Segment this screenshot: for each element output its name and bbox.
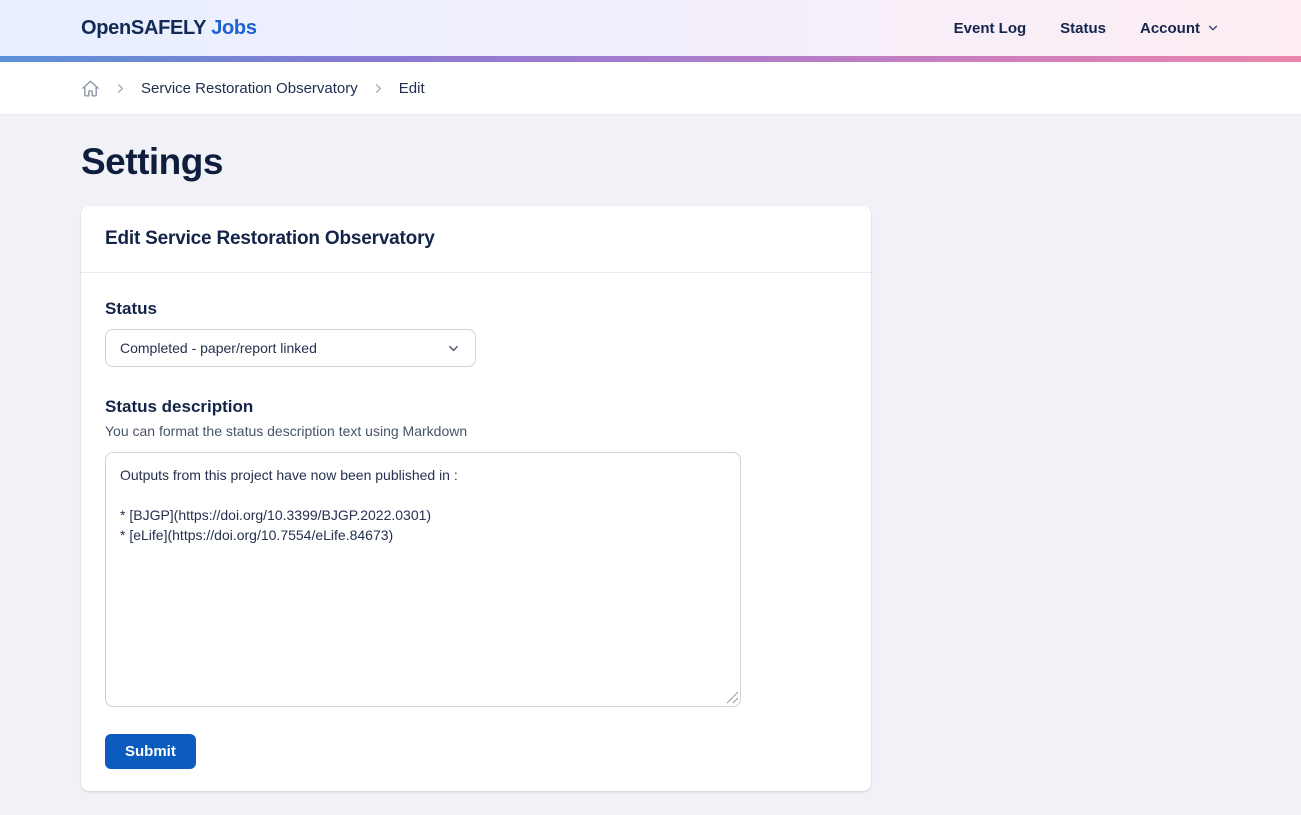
card-body: Status Completed - paper/report linked S… [81,273,871,791]
page-title: Settings [81,141,1220,183]
chevron-down-icon [446,341,461,356]
status-select[interactable]: Completed - paper/report linked [105,329,476,367]
brand-primary: OpenSAFELY [81,17,206,39]
status-description-input[interactable]: Outputs from this project have now been … [105,452,741,707]
status-description-field: Status description You can format the st… [105,397,847,707]
nav-event-log[interactable]: Event Log [954,20,1027,37]
nav-account-menu[interactable]: Account [1140,20,1220,37]
site-header: OpenSAFELYJobs Event Log Status Account [0,0,1301,56]
main-nav: Event Log Status Account [954,20,1220,37]
status-label: Status [105,299,847,319]
nav-status[interactable]: Status [1060,20,1106,37]
status-field: Status Completed - paper/report linked [105,299,847,367]
breadcrumb-bar: Service Restoration Observatory Edit [0,62,1301,115]
breadcrumb: Service Restoration Observatory Edit [81,79,425,98]
edit-project-card: Edit Service Restoration Observatory Sta… [81,206,871,791]
status-description-help: You can format the status description te… [105,423,847,439]
main-content: Settings Edit Service Restoration Observ… [81,115,1220,815]
chevron-right-icon [371,81,386,96]
breadcrumb-home-link[interactable] [81,79,100,98]
card-header: Edit Service Restoration Observatory [81,206,871,273]
settings-form: Status Completed - paper/report linked S… [105,299,847,769]
status-description-wrap: Outputs from this project have now been … [105,452,741,707]
status-select-value: Completed - paper/report linked [120,340,317,356]
nav-account-label: Account [1140,20,1200,37]
home-icon [81,79,100,98]
brand-logo[interactable]: OpenSAFELYJobs [81,17,257,40]
submit-button[interactable]: Submit [105,734,196,769]
status-description-label: Status description [105,397,847,417]
breadcrumb-item-edit: Edit [399,80,425,97]
chevron-right-icon [113,81,128,96]
card-title: Edit Service Restoration Observatory [105,228,847,250]
breadcrumb-item-project[interactable]: Service Restoration Observatory [141,80,358,97]
chevron-down-icon [1206,21,1220,35]
brand-secondary: Jobs [211,17,256,39]
